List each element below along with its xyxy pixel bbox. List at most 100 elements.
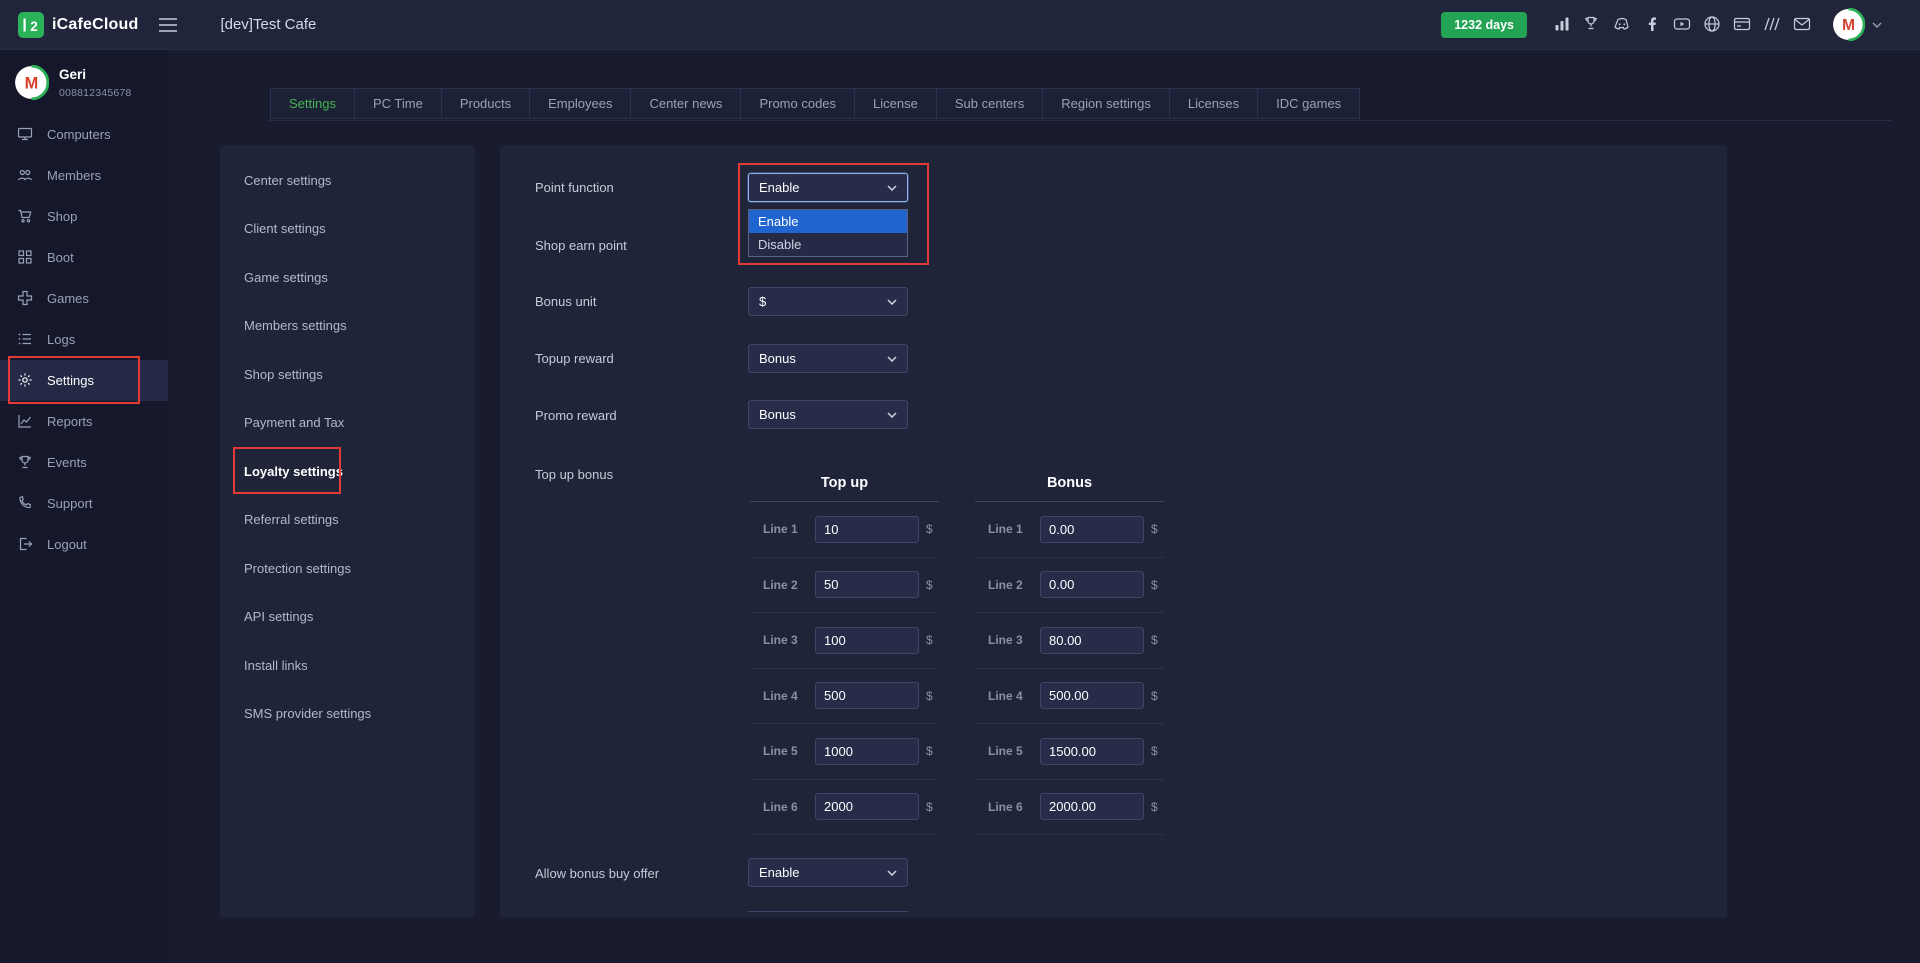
tab-center-news[interactable]: Center news xyxy=(630,88,740,119)
sidebar-item-games[interactable]: Games xyxy=(0,278,168,319)
sidebar-item-logs[interactable]: Logs xyxy=(0,319,168,360)
line-label: Line 5 xyxy=(988,744,1040,758)
sidebar-item-support[interactable]: Support xyxy=(0,483,168,524)
tab-licenses[interactable]: Licenses xyxy=(1169,88,1257,119)
sidebar-item-computers[interactable]: Computers xyxy=(0,114,168,155)
bonus-table-header: Bonus xyxy=(975,465,1164,502)
days-badge[interactable]: 1232 days xyxy=(1441,12,1527,38)
sidebar-item-reports[interactable]: Reports xyxy=(0,401,168,442)
tab-pc-time[interactable]: PC Time xyxy=(354,88,441,119)
settings-nav-item-sms-provider-settings[interactable]: SMS provider settings xyxy=(220,690,475,739)
sidebar-item-members[interactable]: Members xyxy=(0,155,168,196)
globe-icon[interactable] xyxy=(1703,15,1722,34)
tab-employees[interactable]: Employees xyxy=(529,88,630,119)
settings-nav-item-api-settings[interactable]: API settings xyxy=(220,593,475,642)
shop-earn-point-label: Shop earn point xyxy=(535,238,740,253)
settings-nav-item-shop-settings[interactable]: Shop settings xyxy=(220,350,475,399)
bonus-unit-label: Bonus unit xyxy=(535,294,740,309)
settings-nav-item-members-settings[interactable]: Members settings xyxy=(220,302,475,351)
amount-input[interactable] xyxy=(1040,627,1144,654)
amount-input[interactable] xyxy=(1040,571,1144,598)
settings-nav-item-client-settings[interactable]: Client settings xyxy=(220,205,475,254)
user-avatar: M xyxy=(14,65,49,100)
amount-input[interactable] xyxy=(815,516,919,543)
sidebar-item-settings[interactable]: Settings xyxy=(0,360,168,401)
main-content: SettingsPC TimeProductsEmployeesCenter n… xyxy=(168,50,1920,963)
dropdown-option-disable[interactable]: Disable xyxy=(749,233,907,256)
trophy-icon[interactable] xyxy=(1583,15,1602,34)
phone-icon xyxy=(17,495,34,512)
hamburger-menu-button[interactable] xyxy=(152,11,184,39)
amount-input[interactable] xyxy=(1040,793,1144,820)
allow-bonus-buy-offer-label: Allow bonus buy offer xyxy=(535,866,740,881)
topup-reward-select[interactable]: Bonus xyxy=(748,344,908,373)
amount-input[interactable] xyxy=(815,571,919,598)
clipped-next-control xyxy=(748,911,908,912)
sidebar-user[interactable]: M Geri 008812345678 xyxy=(0,50,168,114)
amount-input[interactable] xyxy=(815,627,919,654)
settings-nav-item-loyalty-settings[interactable]: Loyalty settings xyxy=(220,447,475,496)
layers-icon[interactable] xyxy=(1763,15,1782,34)
sidebar-item-shop[interactable]: Shop xyxy=(0,196,168,237)
allow-bonus-buy-offer-select[interactable]: Enable xyxy=(748,858,908,887)
sidebar-item-label: Logs xyxy=(47,332,75,347)
tab-settings[interactable]: Settings xyxy=(270,88,354,119)
promo-reward-select[interactable]: Bonus xyxy=(748,400,908,429)
chevron-down-icon xyxy=(887,412,897,418)
amount-input[interactable] xyxy=(1040,516,1144,543)
tab-idc-games[interactable]: IDC games xyxy=(1257,88,1360,119)
games-icon xyxy=(17,290,34,307)
bonus-table: Bonus Line 1$Line 2$Line 3$Line 4$Line 5… xyxy=(975,465,1164,835)
sidebar-item-logout[interactable]: Logout xyxy=(0,524,168,565)
user-menu[interactable]: M xyxy=(1832,8,1882,41)
point-function-select[interactable]: Enable xyxy=(748,173,908,202)
amount-input[interactable] xyxy=(1040,682,1144,709)
members-icon xyxy=(17,167,34,184)
dropdown-option-enable[interactable]: Enable xyxy=(749,210,907,233)
currency-suffix: $ xyxy=(1151,800,1158,814)
billing-icon[interactable] xyxy=(1733,15,1752,34)
settings-nav-item-center-settings[interactable]: Center settings xyxy=(220,156,475,205)
promo-reward-label: Promo reward xyxy=(535,408,740,423)
mail-icon[interactable] xyxy=(1793,15,1812,34)
discord-icon[interactable] xyxy=(1613,15,1632,34)
avatar: M xyxy=(1832,8,1865,41)
currency-suffix: $ xyxy=(926,744,933,758)
chevron-down-icon xyxy=(887,356,897,362)
tab-products[interactable]: Products xyxy=(441,88,529,119)
bonus-unit-select[interactable]: $ xyxy=(748,287,908,316)
cart-icon xyxy=(17,208,34,225)
tab-region-settings[interactable]: Region settings xyxy=(1042,88,1169,119)
logout-icon xyxy=(17,536,34,553)
sidebar-item-events[interactable]: Events xyxy=(0,442,168,483)
amount-input[interactable] xyxy=(815,738,919,765)
sidebar-item-label: Computers xyxy=(47,127,111,142)
topup-table: Top up Line 1$Line 2$Line 3$Line 4$Line … xyxy=(750,465,939,835)
settings-nav-item-protection-settings[interactable]: Protection settings xyxy=(220,544,475,593)
boot-icon xyxy=(17,249,34,266)
table-row: Line 1$ xyxy=(975,502,1164,558)
settings-nav-item-game-settings[interactable]: Game settings xyxy=(220,253,475,302)
brand[interactable]: 2 iCafeCloud xyxy=(0,12,138,38)
currency-suffix: $ xyxy=(1151,744,1158,758)
sidebar-item-boot[interactable]: Boot xyxy=(0,237,168,278)
allow-bonus-buy-offer-value: Enable xyxy=(759,865,799,880)
header: 2 iCafeCloud [dev]Test Cafe 1232 days M xyxy=(0,0,1920,50)
sidebar-item-label: Boot xyxy=(47,250,74,265)
chart-icon xyxy=(17,413,34,430)
chevron-down-icon xyxy=(887,299,897,305)
amount-input[interactable] xyxy=(1040,738,1144,765)
amount-input[interactable] xyxy=(815,793,919,820)
settings-nav-item-install-links[interactable]: Install links xyxy=(220,641,475,690)
amount-input[interactable] xyxy=(815,682,919,709)
settings-nav-item-referral-settings[interactable]: Referral settings xyxy=(220,496,475,545)
settings-nav-item-payment-and-tax[interactable]: Payment and Tax xyxy=(220,399,475,448)
tab-sub-centers[interactable]: Sub centers xyxy=(936,88,1042,119)
bonus-unit-value: $ xyxy=(759,294,766,309)
youtube-icon[interactable] xyxy=(1673,15,1692,34)
facebook-icon[interactable] xyxy=(1643,15,1662,34)
page-title: [dev]Test Cafe xyxy=(220,16,316,33)
analytics-icon[interactable] xyxy=(1553,15,1572,34)
tab-license[interactable]: License xyxy=(854,88,936,119)
tab-promo-codes[interactable]: Promo codes xyxy=(740,88,854,119)
